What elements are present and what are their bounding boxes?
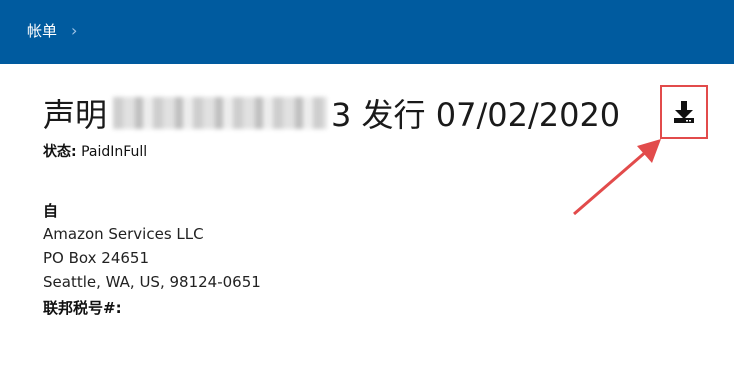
status-value: PaidInFull (81, 144, 148, 160)
status-label: 状态: (43, 144, 77, 160)
status-line: 状态: PaidInFull (43, 141, 147, 161)
tax-id-label: 联邦税号#: (43, 299, 122, 317)
from-city-line: Seattle, WA, US, 98124-0651 (43, 273, 261, 291)
from-company: Amazon Services LLC (43, 225, 204, 243)
from-po-box: PO Box 24651 (43, 249, 149, 267)
from-label: 自 (43, 202, 59, 220)
